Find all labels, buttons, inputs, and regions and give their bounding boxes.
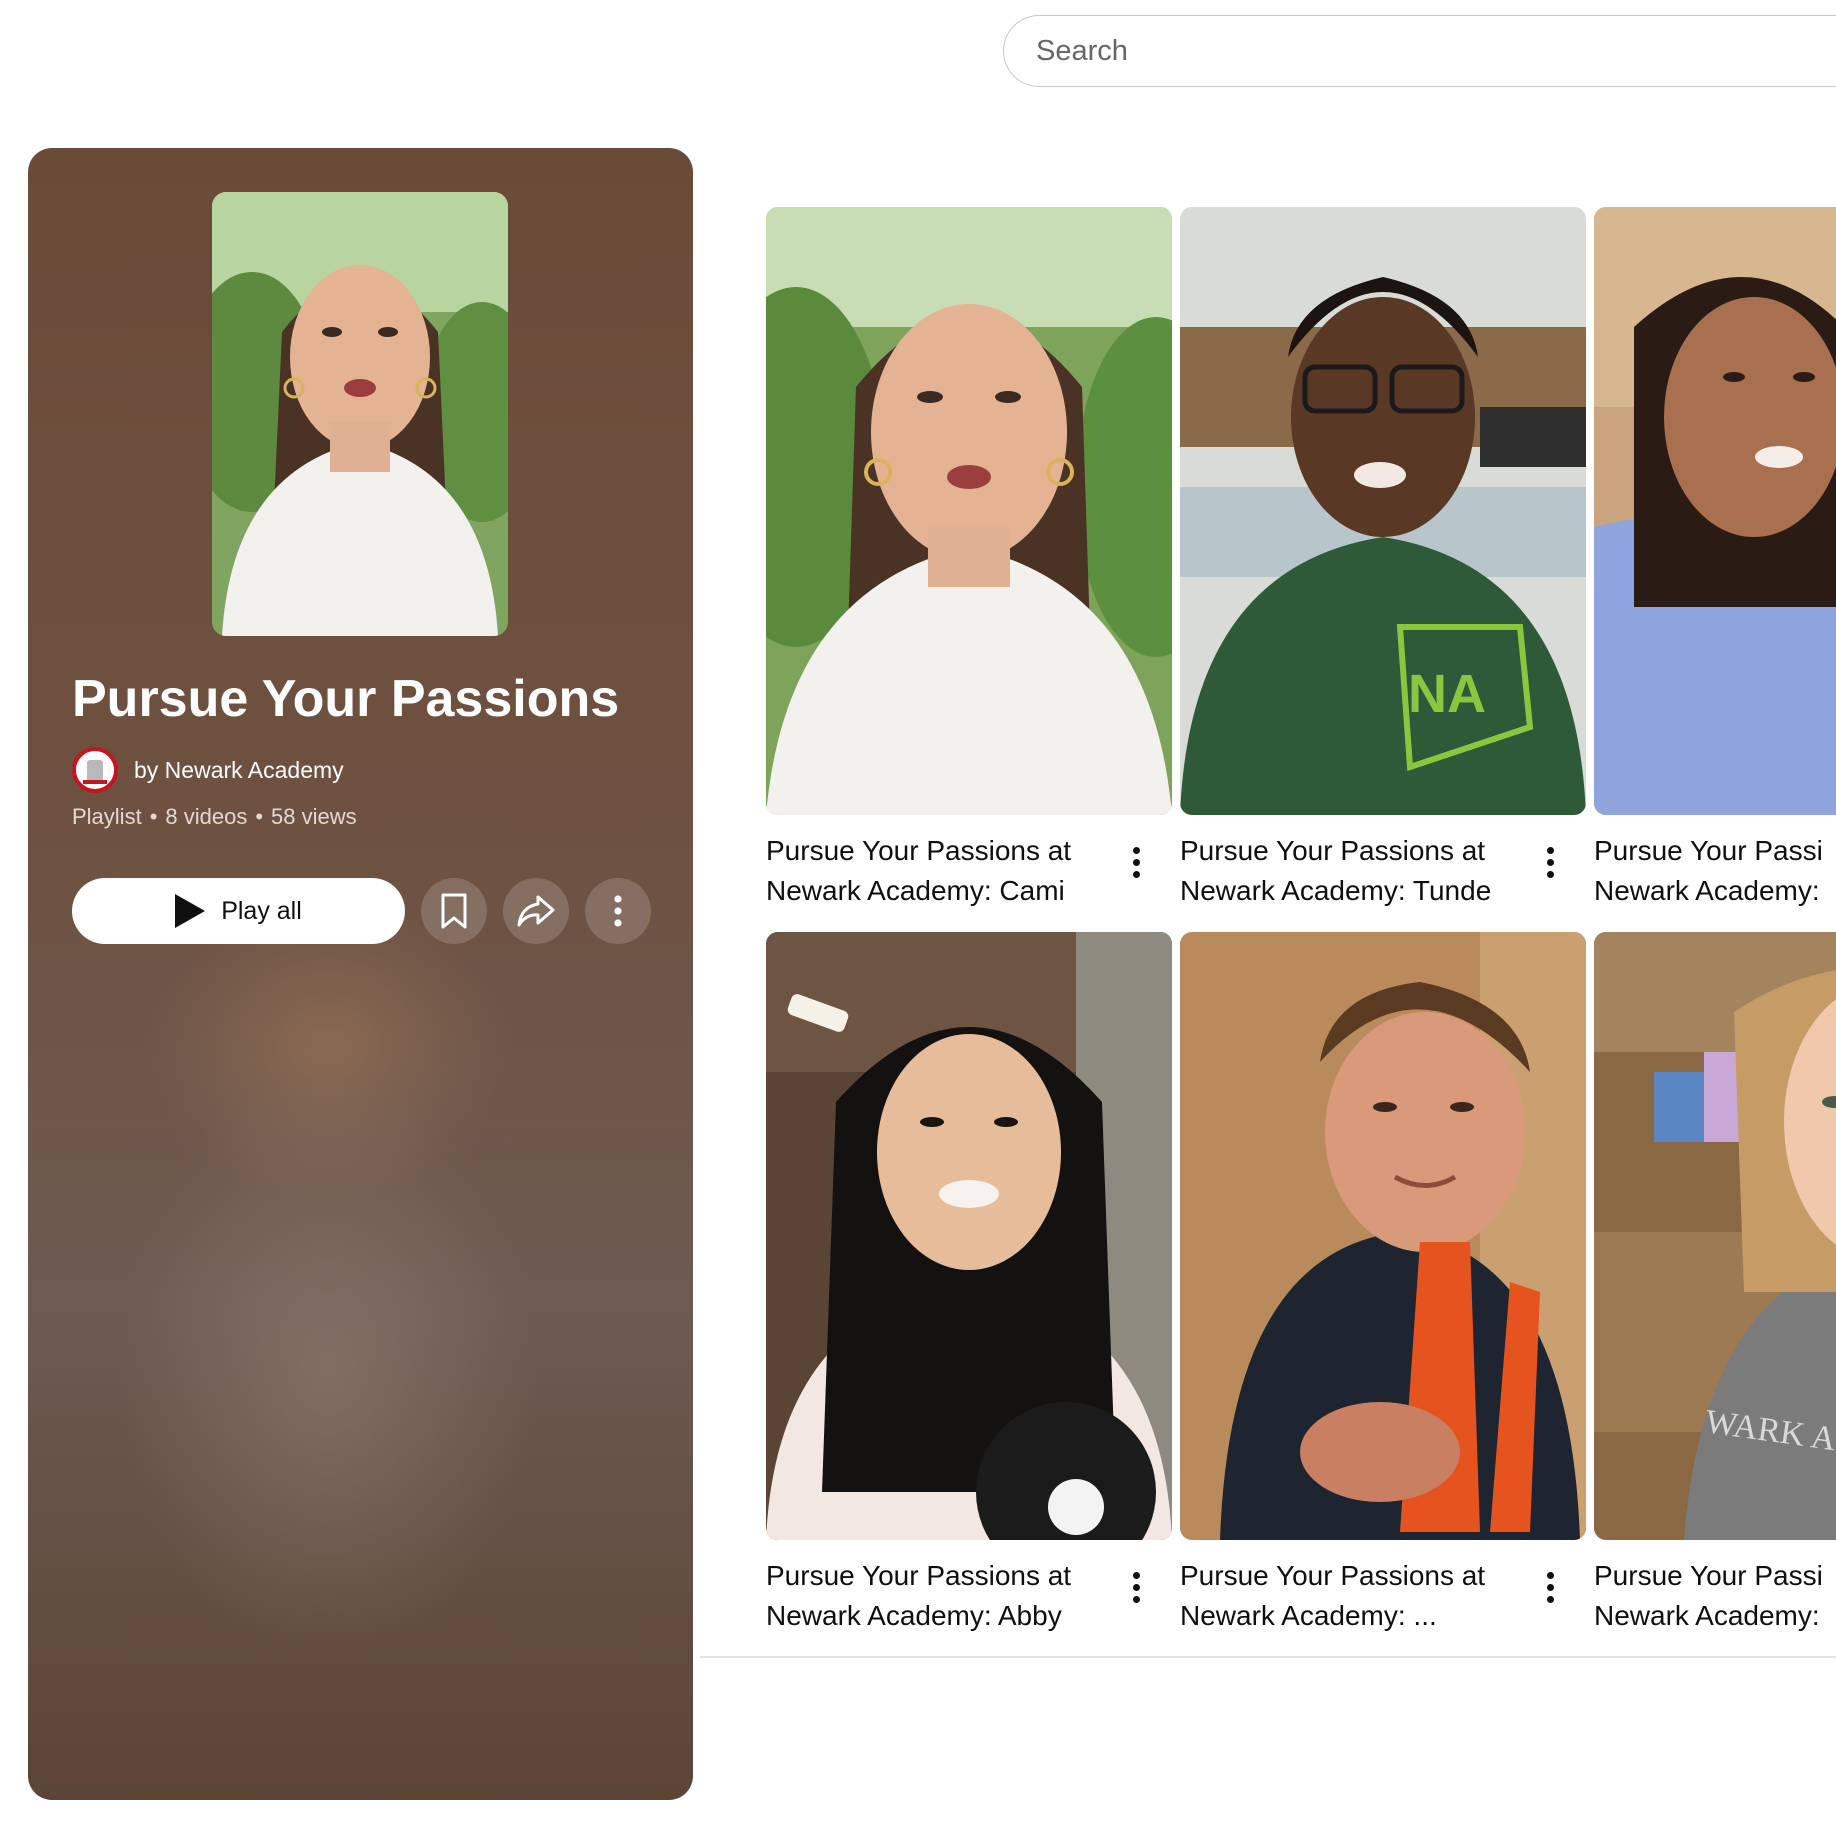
video-card[interactable]: WARK ACAD Pursue Your Passi Newark Acade… [1594,932,1836,1631]
video-thumbnail[interactable] [766,932,1172,1540]
svg-text:NA: NA [1408,664,1486,724]
share-button[interactable] [503,878,569,944]
meta-separator: • [149,804,158,829]
playlist-video-grid: Pursue Your Passions at Newark Academy: … [700,0,1836,1836]
video-thumbnail[interactable] [766,207,1172,815]
play-icon [175,894,206,928]
video-menu-button[interactable] [1542,1572,1558,1612]
save-icon [441,893,467,929]
playlist-actions: Play all [72,878,651,944]
video-thumbnail-image: WARK ACAD [1594,932,1836,1540]
more-vert-icon [1546,1572,1554,1579]
video-count: 8 videos [165,804,248,829]
more-vert-icon [1132,1572,1140,1579]
video-card[interactable]: Pursue Your Passi Newark Academy: [1594,207,1836,906]
more-vert-icon [1546,847,1554,854]
video-card[interactable]: Pursue Your Passions at Newark Academy: … [1180,932,1586,1631]
video-card[interactable]: Pursue Your Passions at Newark Academy: … [766,932,1172,1631]
video-thumbnail[interactable] [1180,932,1586,1540]
video-menu-button[interactable] [1128,1572,1144,1612]
playlist-header-panel: Pursue Your Passions by Newark Academy P… [28,148,693,1800]
video-title[interactable]: Pursue Your Passions at Newark Academy: … [766,1556,1106,1636]
grid-bottom-divider [700,1656,1836,1658]
video-title[interactable]: Pursue Your Passions at Newark Academy: … [766,831,1106,911]
more-vert-icon [614,895,622,927]
video-menu-button[interactable] [1542,847,1558,887]
video-thumbnail-image: NA [1180,207,1586,815]
video-title[interactable]: Pursue Your Passi Newark Academy: [1594,1556,1836,1636]
video-title[interactable]: Pursue Your Passions at Newark Academy: … [1180,831,1520,911]
video-thumbnail-image [766,207,1172,815]
playlist-thumbnail-image [212,192,508,636]
video-card[interactable]: Pursue Your Passions at Newark Academy: … [766,207,1172,906]
channel-avatar[interactable] [72,747,118,793]
share-icon [517,895,555,927]
video-thumbnail-image [1594,207,1836,815]
video-thumbnail-image [1180,932,1586,1540]
video-thumbnail[interactable] [1594,207,1836,815]
playlist-title: Pursue Your Passions [72,670,620,728]
video-thumbnail[interactable]: NA [1180,207,1586,815]
channel-name[interactable]: by Newark Academy [134,757,344,784]
playlist-owner[interactable]: by Newark Academy [72,746,344,794]
video-thumbnail[interactable]: WARK ACAD [1594,932,1836,1540]
play-all-label: Play all [221,896,302,925]
save-playlist-button[interactable] [421,878,487,944]
playlist-meta: Playlist • 8 videos • 58 views [72,804,357,830]
play-all-button[interactable]: Play all [72,878,405,944]
playlist-type: Playlist [72,804,142,829]
video-card[interactable]: NA Pursue Your Passions at Newark Academ… [1180,207,1586,906]
more-actions-button[interactable] [585,878,651,944]
more-vert-icon [1132,847,1140,854]
meta-separator: • [255,804,264,829]
view-count: 58 views [271,804,357,829]
video-title[interactable]: Pursue Your Passions at Newark Academy: … [1180,1556,1520,1636]
playlist-thumbnail[interactable] [212,192,508,636]
video-title[interactable]: Pursue Your Passi Newark Academy: [1594,831,1836,911]
video-menu-button[interactable] [1128,847,1144,887]
video-thumbnail-image [766,932,1172,1540]
